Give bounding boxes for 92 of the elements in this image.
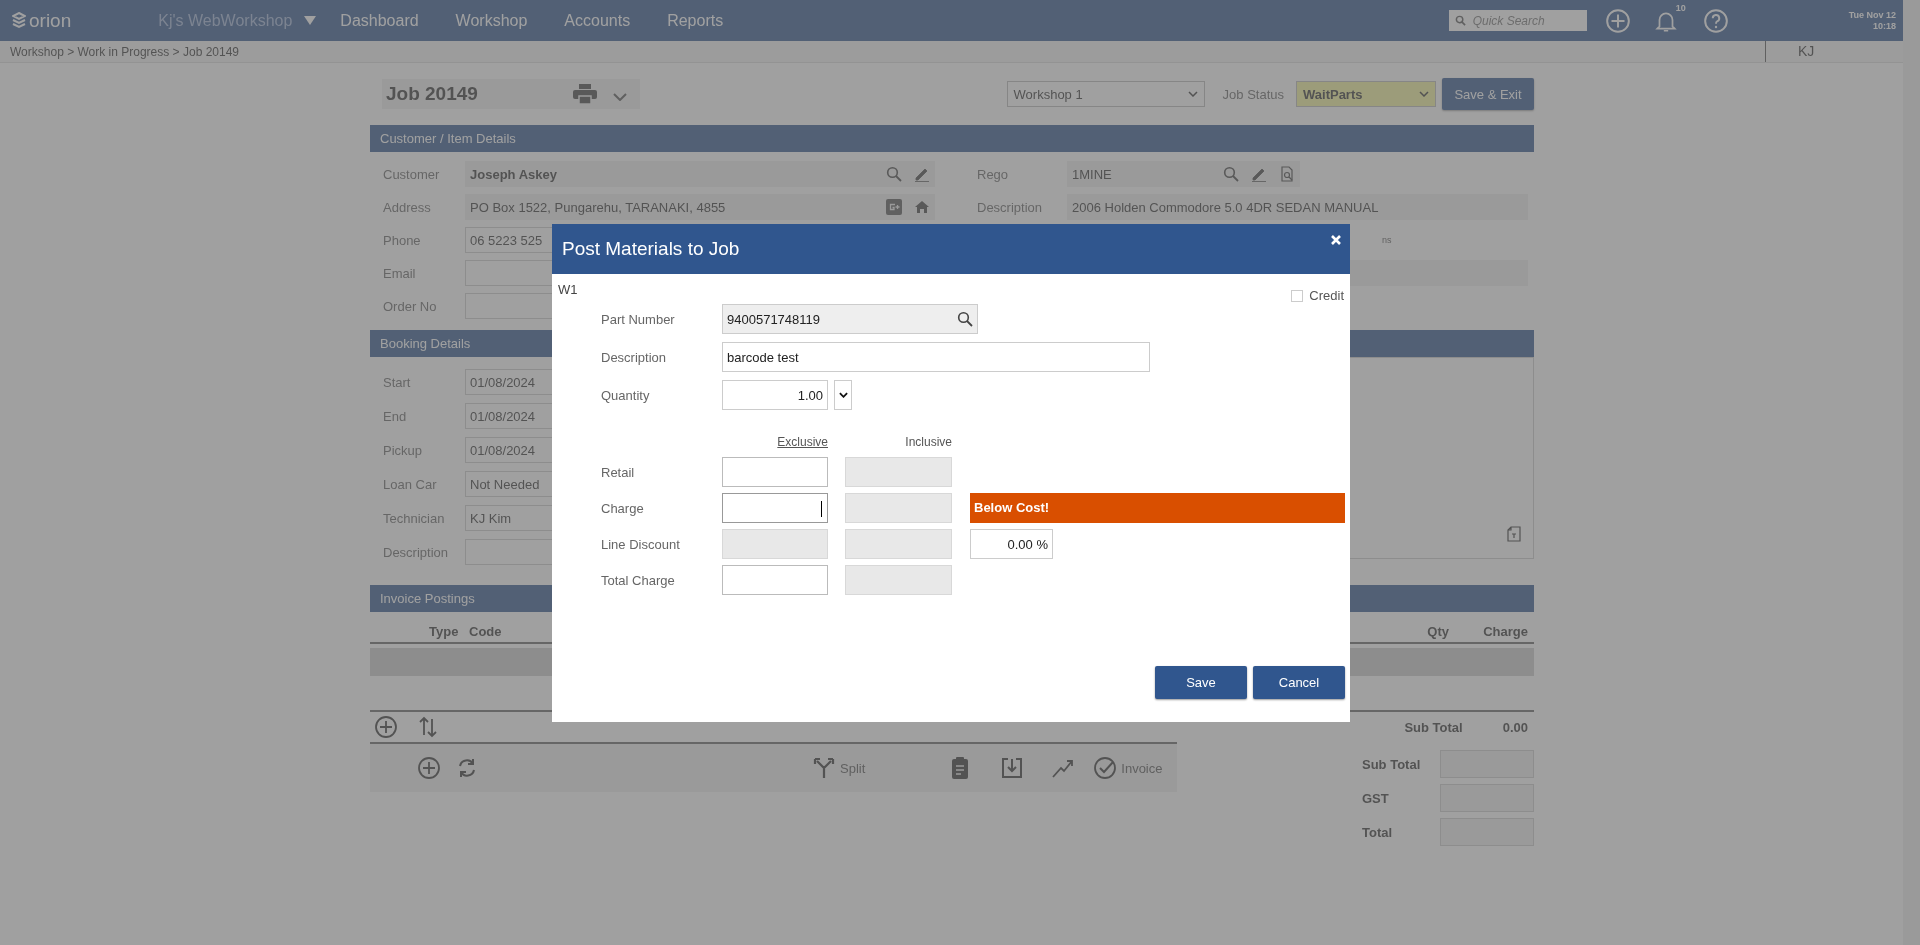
total-label: GST [1362, 790, 1390, 806]
location-code: W1 [558, 282, 578, 299]
total-label: Total [1362, 824, 1394, 840]
input-field[interactable]: PO Box 1522, Pungarehu, TARANAKI, 4855 [465, 194, 935, 220]
field-label: Loan Car [382, 476, 438, 492]
field-label: Total Charge [600, 572, 676, 588]
field-label: Quantity [600, 387, 651, 403]
search-icon [1454, 15, 1466, 26]
nav-link[interactable]: Dashboard [340, 11, 419, 30]
warning-banner: Below Cost! [970, 493, 1345, 523]
discount-field[interactable]: 0.00 % [970, 529, 1053, 559]
field-label: Retail [600, 464, 636, 480]
input-field[interactable]: Joseph Askey [465, 161, 935, 187]
price-field[interactable] [722, 493, 828, 523]
save-exit-button[interactable]: Save & Exit [1442, 78, 1534, 110]
column-header: Charge [1483, 624, 1528, 639]
field-label: Description [977, 199, 1044, 215]
check-circle-icon [1093, 756, 1118, 780]
caret-icon [1419, 91, 1429, 97]
input-field[interactable]: 1MINE [1067, 161, 1300, 187]
field-label: Phone [382, 232, 422, 248]
dialog-title: Post Materials to Job [562, 238, 740, 260]
logo-icon [12, 11, 26, 30]
column-header: Type [429, 624, 459, 639]
field-label: Technician [382, 510, 446, 526]
logo[interactable]: orion [12, 9, 72, 32]
field-label: Line Discount [600, 536, 681, 552]
quantity-dropdown[interactable] [834, 380, 852, 410]
caret-icon [838, 392, 848, 398]
notification-count: 10 [1675, 2, 1686, 13]
column-header: Code [469, 624, 502, 639]
field-label: Customer [382, 166, 441, 182]
field-label: Rego [977, 166, 1010, 182]
price-mode-toggle[interactable]: Inclusive [828, 435, 952, 451]
subtotal-value: 0.00 [1502, 719, 1528, 735]
document-icon[interactable] [1507, 526, 1521, 542]
nav-link[interactable]: Workshop [455, 11, 528, 30]
help-icon[interactable] [1702, 7, 1729, 34]
nav-link[interactable]: Accounts [564, 11, 631, 30]
job-status-dropdown[interactable]: WaitParts [1296, 81, 1436, 107]
price-field[interactable] [722, 565, 828, 595]
field-label: Order No [382, 298, 438, 314]
printer-icon[interactable] [573, 84, 597, 104]
date-text: Tue Nov 12 [1848, 9, 1896, 21]
part-number-field[interactable]: 9400571748119 [722, 304, 978, 334]
field-label: End [382, 408, 408, 424]
field-label: Description [382, 544, 450, 560]
search-icon[interactable] [957, 311, 973, 327]
workshop-dropdown[interactable]: Workshop 1 [1006, 81, 1205, 107]
field-label: Charge [600, 500, 645, 516]
chevron-icon[interactable] [613, 93, 627, 101]
quantity-field[interactable]: 1.00 [722, 380, 828, 410]
total-label: Sub Total [1362, 756, 1422, 772]
user-initials[interactable]: KJ [1765, 41, 1848, 62]
section-header: Customer / Item Details [370, 125, 1534, 152]
field-label: Part Number [600, 311, 676, 327]
price-mode-toggle[interactable]: Exclusive [722, 435, 828, 451]
dialog-button[interactable]: Save [1155, 666, 1247, 699]
job-title: Job 20149 [386, 83, 478, 105]
scrollbar[interactable] [1903, 0, 1920, 945]
field-label: Pickup [382, 442, 424, 458]
document-search-icon[interactable] [1279, 166, 1295, 182]
nav-link[interactable]: Reports [667, 11, 724, 30]
dialog-button[interactable]: Cancel [1253, 666, 1345, 699]
edit-icon[interactable] [1251, 166, 1267, 182]
split-icon [812, 756, 836, 780]
field-label: Address [382, 199, 432, 215]
download-icon[interactable] [1000, 756, 1025, 780]
add-icon[interactable] [417, 756, 441, 780]
home-icon[interactable] [914, 199, 930, 215]
close-icon[interactable] [1330, 234, 1342, 246]
field-label: Email [382, 265, 417, 281]
job-status-label: Job Status [1222, 86, 1284, 102]
checkbox-label: ns [1382, 235, 1392, 245]
toolbar-button[interactable]: Split [812, 756, 866, 780]
breadcrumb[interactable]: Workshop > Work in Progress > Job 20149 [10, 44, 239, 59]
google-plus-icon[interactable] [886, 199, 902, 215]
input-field[interactable]: 2006 Holden Commodore 5.0 4DR SEDAN MANUAL [1067, 194, 1528, 220]
caret-icon [1187, 91, 1198, 97]
logo-text: orion [29, 9, 72, 32]
field-label: Start [382, 374, 412, 390]
dropdown-icon[interactable] [304, 16, 317, 25]
checkbox-label: Credit [1309, 288, 1344, 303]
column-header: Qty [1427, 624, 1449, 639]
edit-icon[interactable] [914, 166, 930, 182]
toolbar-button[interactable]: Invoice [1093, 756, 1163, 780]
credit-checkbox[interactable] [1291, 289, 1304, 302]
price-field[interactable] [722, 457, 828, 487]
description-field[interactable]: barcode test [722, 342, 1150, 372]
subtotal-label: Sub Total [1404, 719, 1463, 735]
time-text: 10:18 [1872, 20, 1896, 32]
add-icon[interactable] [374, 715, 398, 739]
